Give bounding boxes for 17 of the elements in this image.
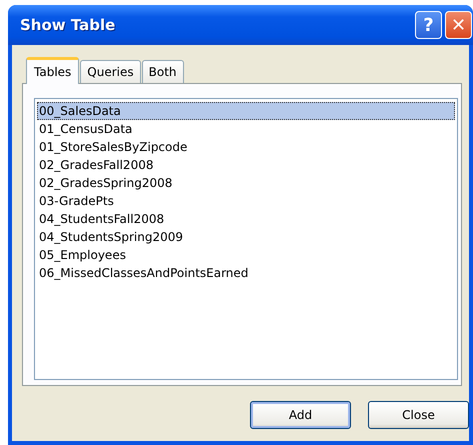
list-item[interactable]: 02_GradesSpring2008 [37,174,455,192]
tab[interactable]: Tables [26,57,80,84]
list-item[interactable]: 05_Employees [37,246,455,264]
help-button[interactable]: ? [415,11,442,39]
list-item[interactable]: 06_MissedClassesAndPointsEarned [37,264,455,282]
list-item[interactable]: 00_SalesData [37,102,455,120]
list-item[interactable]: 04_StudentsFall2008 [37,210,455,228]
list-item[interactable]: 02_GradesFall2008 [37,156,455,174]
window-title: Show Table [20,16,116,34]
list-item[interactable]: 01_StoreSalesByZipcode [37,138,455,156]
tab[interactable]: Both [142,60,184,83]
tab[interactable]: Queries [80,60,141,83]
list-item[interactable]: 01_CensusData [37,120,455,138]
list-item[interactable]: 03-GradePts [37,192,455,210]
dialog-button[interactable]: Close [368,401,469,429]
dialog-button[interactable]: Add [250,401,351,429]
list-item[interactable]: 04_StudentsSpring2009 [37,228,455,246]
